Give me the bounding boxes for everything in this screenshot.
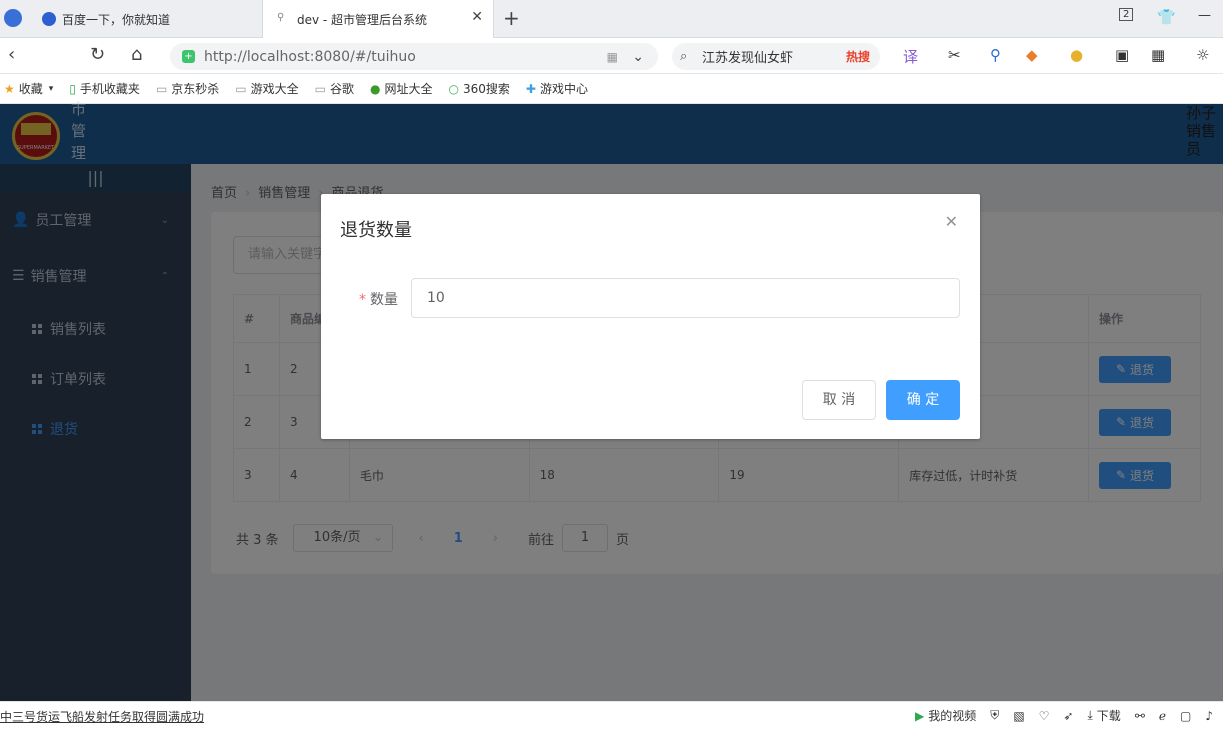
reader-icon[interactable]: ▣: [1115, 46, 1129, 64]
page-icon: ▭: [155, 81, 168, 96]
rocket-icon[interactable]: ➶: [1063, 709, 1073, 723]
status-tools: ▶ 我的视频 ⛨ ▧ ♡ ➶ ⤓ 下载 ⚯ ℯ ▢ ♪: [901, 707, 1213, 724]
page-icon: ▭: [314, 81, 326, 96]
minimize-icon[interactable]: —: [1198, 8, 1211, 23]
new-tab-button[interactable]: +: [503, 6, 520, 30]
shield-icon[interactable]: ⛨: [990, 708, 999, 723]
reload-icon[interactable]: ↻: [90, 44, 105, 65]
search-icon: ⌕: [680, 49, 688, 64]
secure-icon: +: [182, 50, 195, 63]
bookmark-label: 京东秒杀: [171, 82, 220, 96]
bookmarks-bar: ★ 收藏 ▾ ▯ 手机收藏夹 ▭ 京东秒杀 ▭ 游戏大全 ▭ 谷歌 ● 网址大全 ○ 360搜索…: [0, 74, 1223, 104]
bookmark-google[interactable]: ▭ 谷歌: [315, 80, 354, 97]
skin-icon[interactable]: 👕: [1157, 8, 1176, 26]
translate-icon[interactable]: 译: [903, 46, 918, 67]
url-text: http://localhost:8080/#/tuihuo: [204, 48, 416, 65]
tab-title: dev - 超市管理后台系统: [297, 12, 428, 27]
tab-title: 百度一下，你就知道: [62, 12, 171, 27]
coin-icon[interactable]: ●: [1070, 46, 1083, 64]
scissors-icon[interactable]: ✂: [948, 46, 961, 64]
bookmark-label: 收藏: [18, 82, 43, 96]
my-video-label[interactable]: 我的视频: [928, 707, 976, 724]
game-icon[interactable]: ◆: [1026, 46, 1038, 64]
link-icon[interactable]: ⚯: [1135, 709, 1145, 723]
dialog-title: 退货数量: [340, 220, 412, 241]
back-icon[interactable]: ‹: [8, 44, 15, 65]
bookmark-favorites[interactable]: ★ 收藏 ▾: [4, 80, 53, 97]
window-icon[interactable]: ▢: [1180, 709, 1191, 723]
quantity-label: * 数量: [359, 289, 398, 309]
baidu-paw-icon: [42, 12, 56, 26]
chevron-down-icon[interactable]: ⌄: [632, 49, 644, 65]
bookmark-label: 手机收藏夹: [79, 82, 140, 96]
magnifier-icon[interactable]: ⚲: [990, 46, 1001, 64]
video-icon[interactable]: ▶: [915, 709, 924, 723]
search-360-icon: ○: [448, 81, 459, 96]
bookmark-mobile[interactable]: ▯ 手机收藏夹: [69, 80, 140, 97]
download-label[interactable]: 下载: [1097, 707, 1121, 724]
home-icon[interactable]: ⌂: [131, 44, 142, 65]
required-marker: *: [359, 292, 366, 308]
bookmark-games[interactable]: ▭ 游戏大全: [235, 80, 298, 97]
address-bar[interactable]: + http://localhost:8080/#/tuihuo ▦ ⌄: [170, 43, 658, 70]
phone-icon: ▯: [69, 81, 76, 96]
bookmark-label: 游戏大全: [250, 82, 299, 96]
hot-search-label[interactable]: 热搜: [846, 48, 870, 65]
news-link[interactable]: 中三号货运飞船发射任务取得圆满成功: [0, 708, 204, 725]
quantity-label-text: 数量: [370, 292, 398, 308]
close-tab-icon[interactable]: ✕: [471, 9, 483, 25]
speaker-icon[interactable]: ♪: [1205, 709, 1213, 723]
quantity-input[interactable]: 10: [411, 278, 960, 318]
browser-nav-bar: ‹ ↻ ⌂ + http://localhost:8080/#/tuihuo ▦…: [0, 38, 1223, 74]
bookmark-label: 谷歌: [330, 82, 355, 96]
bookmark-label: 游戏中心: [539, 82, 588, 96]
browser-logo-icon[interactable]: [4, 9, 22, 27]
qr-icon[interactable]: ▦: [607, 50, 618, 64]
star-icon: ★: [4, 81, 15, 96]
bookmark-jd[interactable]: ▭ 京东秒杀: [156, 80, 219, 97]
tab-baidu[interactable]: 百度一下，你就知道: [30, 0, 262, 38]
hao-icon: ●: [370, 81, 381, 96]
tab-count-badge[interactable]: 2: [1119, 8, 1134, 21]
browser-tab-bar: 百度一下，你就知道 ⚲ dev - 超市管理后台系统 ✕ + 2 👕 —: [0, 0, 1223, 38]
image-icon[interactable]: ▧: [1013, 709, 1024, 723]
bookmark-360[interactable]: ○ 360搜索: [449, 80, 510, 97]
browser-search-box[interactable]: ⌕ 江苏发现仙女虾 热搜: [672, 43, 880, 70]
game-center-icon: ✚: [525, 81, 536, 96]
search-text: 江苏发现仙女虾: [702, 51, 794, 66]
page-icon: ⚲: [277, 12, 285, 23]
cancel-button[interactable]: 取 消: [802, 380, 876, 420]
bookmark-label: 360搜索: [463, 82, 510, 96]
tab-dev[interactable]: ⚲ dev - 超市管理后台系统 ✕: [262, 0, 494, 38]
browser-status-bar: 中三号货运飞船发射任务取得圆满成功 ▶ 我的视频 ⛨ ▧ ♡ ➶ ⤓ 下载 ⚯ …: [0, 701, 1223, 730]
page-icon: ▭: [235, 81, 247, 96]
apps-grid-icon[interactable]: ▦: [1151, 46, 1165, 64]
ie-icon[interactable]: ℯ: [1159, 709, 1166, 723]
close-icon[interactable]: ✕: [945, 212, 958, 231]
bookmark-label: 网址大全: [384, 82, 433, 96]
bookmark-hao[interactable]: ● 网址大全: [370, 80, 433, 97]
brightness-icon[interactable]: ☼: [1196, 46, 1209, 64]
download-icon[interactable]: ⤓: [1087, 708, 1092, 723]
return-quantity-dialog: 退货数量 ✕ * 数量 10 取 消 确 定: [321, 194, 980, 439]
bookmark-game-center[interactable]: ✚ 游戏中心: [526, 80, 588, 97]
heart-icon[interactable]: ♡: [1039, 709, 1050, 723]
confirm-button[interactable]: 确 定: [886, 380, 960, 420]
